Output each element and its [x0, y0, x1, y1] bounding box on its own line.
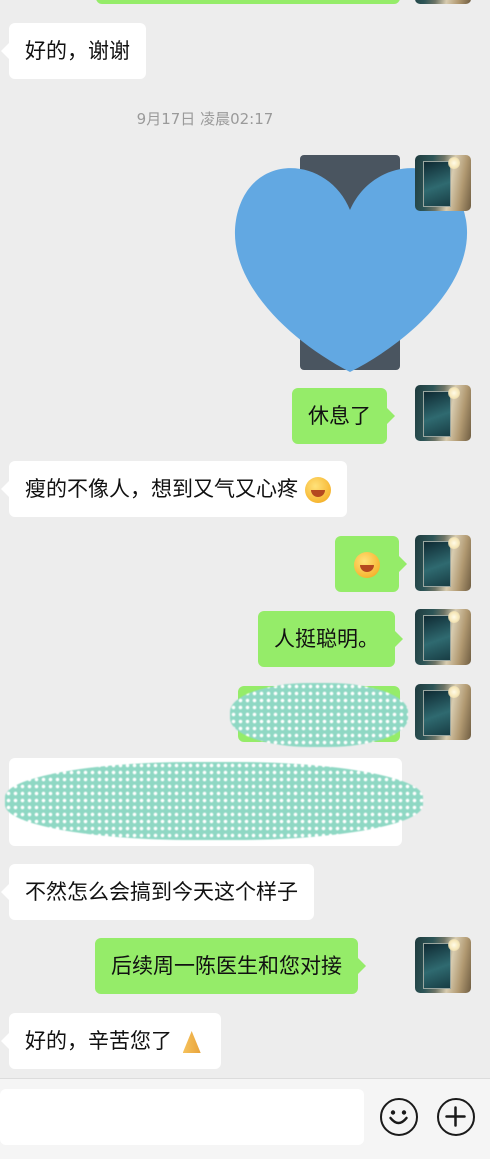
avatar-self[interactable] [415, 609, 471, 665]
message-text: 好的，辛苦您了 [25, 1029, 172, 1053]
avatar-self[interactable] [415, 385, 471, 441]
redaction-dots [5, 762, 423, 840]
smiley-icon[interactable] [380, 1098, 418, 1136]
cut-off-outgoing-bubble[interactable] [96, 0, 400, 4]
message-outgoing-emoji[interactable] [335, 536, 407, 592]
laugh-emoji-icon [354, 552, 380, 578]
message-input[interactable] [0, 1089, 364, 1145]
input-bar [0, 1078, 490, 1159]
pray-emoji-icon [179, 1029, 205, 1055]
message-outgoing[interactable]: 休息了 [292, 388, 395, 444]
message-outgoing[interactable]: 人挺聪明。 [258, 611, 403, 667]
avatar-self[interactable] [415, 937, 471, 993]
message-text: 人挺聪明。 [274, 627, 379, 651]
plus-circle-icon[interactable] [437, 1098, 475, 1136]
chat-area: 好的，谢谢 9月17日 凌晨02:17 休息了 瘦的不像人，想到又气又心疼 人挺… [0, 0, 490, 1078]
avatar-self[interactable] [415, 155, 471, 211]
message-incoming[interactable]: 不然怎么会搞到今天这个样子 [1, 864, 314, 920]
laugh-emoji-icon [304, 477, 331, 503]
message-outgoing[interactable]: 后续周一陈医生和您对接 [95, 938, 366, 994]
avatar-self[interactable] [415, 684, 471, 740]
message-text: 休息了 [308, 404, 371, 428]
redaction-dots [230, 683, 408, 747]
message-incoming[interactable]: 好的，谢谢 [1, 23, 146, 79]
message-text: 不然怎么会搞到今天这个样子 [25, 880, 298, 904]
message-text: 好的，谢谢 [25, 39, 130, 63]
message-incoming[interactable]: 瘦的不像人，想到又气又心疼 [1, 461, 347, 517]
message-text: 瘦的不像人，想到又气又心疼 [25, 477, 298, 501]
timestamp: 9月17日 凌晨02:17 [136, 110, 274, 128]
avatar-self[interactable] [415, 0, 471, 4]
avatar-self[interactable] [415, 535, 471, 591]
message-incoming[interactable]: 好的，辛苦您了 [1, 1013, 221, 1069]
message-text: 后续周一陈医生和您对接 [111, 954, 342, 978]
